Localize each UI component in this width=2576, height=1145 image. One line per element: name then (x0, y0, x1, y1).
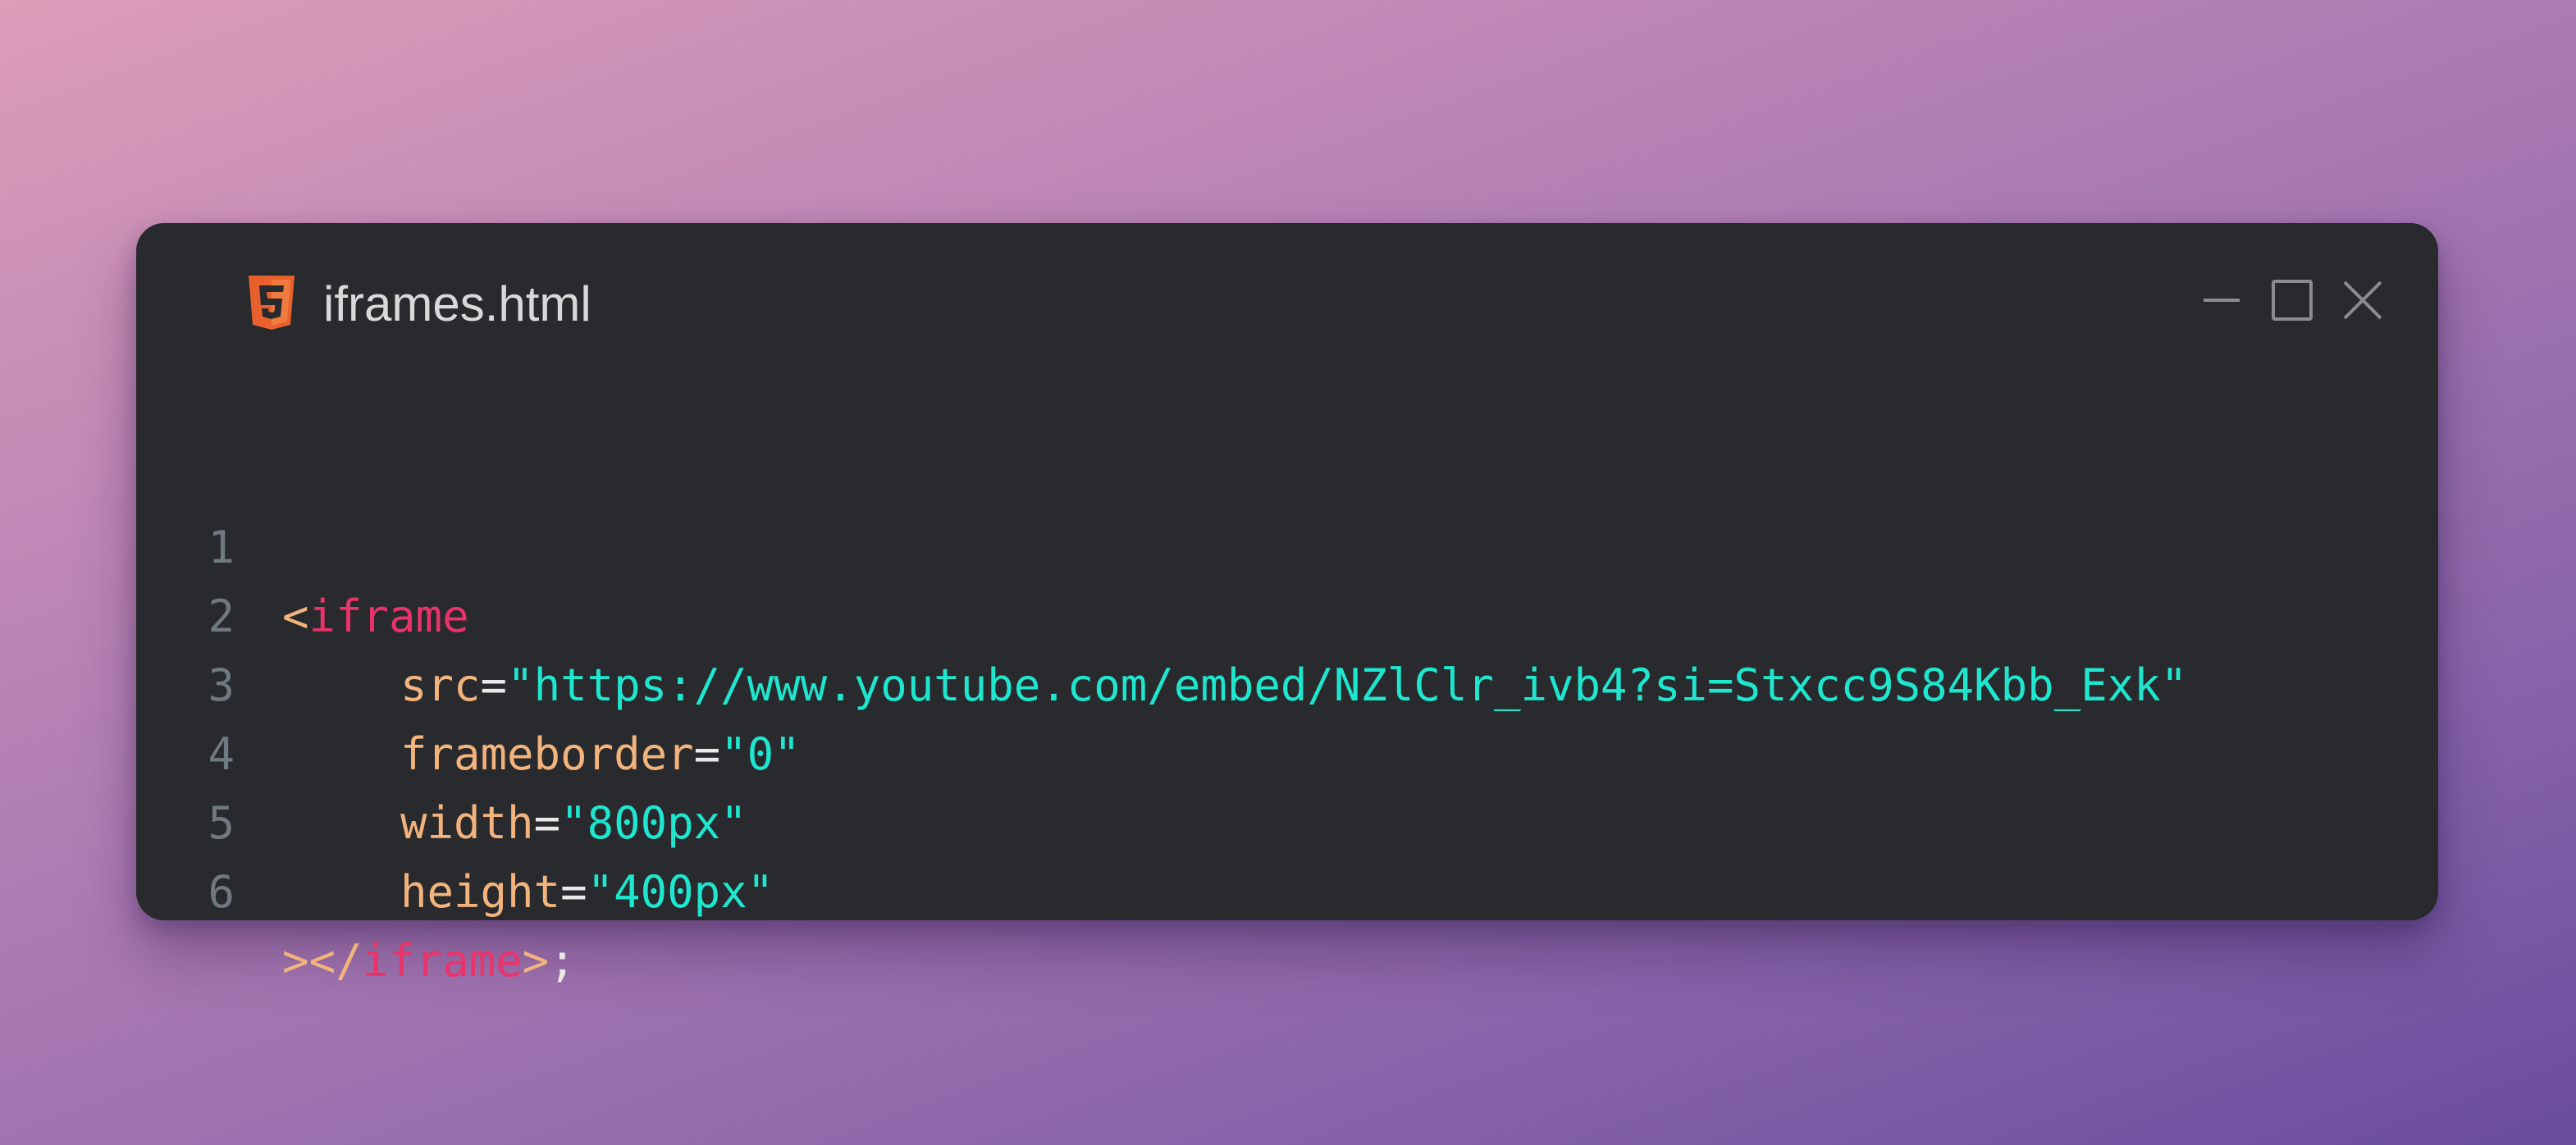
code-line: 3 frameborder="0" (136, 582, 2438, 780)
code-line: 4 width="800px" (136, 651, 2438, 849)
tag-close-bracket: > (522, 935, 550, 987)
code-window: iframes.html 1 <iframe 2 src="https://ww… (136, 223, 2438, 987)
close-icon[interactable] (2340, 277, 2386, 323)
tag-name: iframe (362, 935, 523, 987)
semicolon: ; (549, 935, 576, 987)
attribute-value: "400px" (587, 866, 774, 918)
minimize-icon[interactable] (2199, 277, 2245, 323)
maximize-icon[interactable] (2269, 277, 2315, 323)
code-line: 6 ></iframe>; (136, 789, 2438, 987)
tag-close-open-bracket: ></ (282, 935, 363, 987)
line-number: 6 (208, 866, 235, 918)
code-line: 5 height="400px" (136, 720, 2438, 918)
file-name: iframes.html (323, 276, 591, 331)
code-line: 1 <iframe (136, 445, 2438, 642)
title-bar: iframes.html (136, 223, 2438, 379)
equals-sign: = (560, 866, 587, 918)
attribute-name: height (400, 866, 561, 918)
code-line: 2 src="https://www.youtube.com/embed/NZl… (136, 513, 2438, 711)
html5-icon (246, 274, 297, 331)
